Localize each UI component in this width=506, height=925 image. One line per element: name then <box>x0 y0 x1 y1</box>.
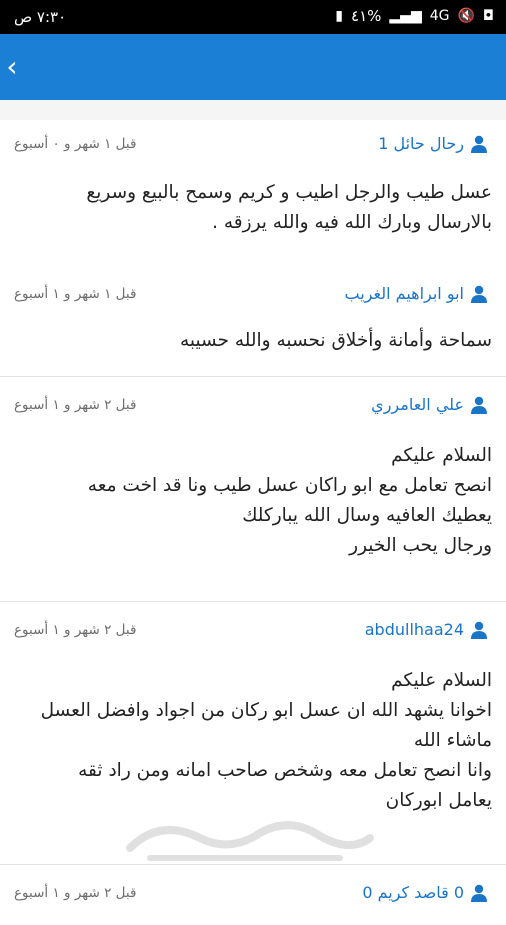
author-name: abdullhaa24 <box>364 620 464 639</box>
comment-line: وانا انصح تعامل معه وشخص صاحب امانه ومن … <box>78 760 492 781</box>
comment-body: السلام عليكم انصح تعامل مع ابو راكان عسل… <box>10 441 492 561</box>
user-icon <box>471 396 487 414</box>
comment-body: السلام عليكم اخوانا يشهد الله ان عسل ابو… <box>10 666 492 816</box>
comment-author[interactable]: علي العامرري <box>371 395 488 414</box>
comment-header: ابو ابراهيم الغريب قبل ١ شهر و ١ أسبوع <box>0 284 506 310</box>
author-name: رحال حائل 1 <box>378 134 464 153</box>
comment-time: قبل ١ شهر و ١ أسبوع <box>14 286 137 302</box>
battery-icon: ▮ <box>335 8 344 24</box>
comment-line: يعطيك العافيه وسال الله يباركلك <box>242 505 492 526</box>
comment-author[interactable]: 0 قاصد كريم 0 <box>362 883 488 902</box>
comment-item: ابو ابراهيم الغريب قبل ١ شهر و ١ أسبوع س… <box>0 266 506 377</box>
author-name: 0 قاصد كريم 0 <box>362 883 464 902</box>
comment-body: سماحة وأمانة وأخلاق نحسبه والله حسيبه <box>10 326 492 356</box>
status-bar: ▮ ٤١% ▂▄▆ 4G 🔇 ◘ ٧:٣٠ ص <box>0 0 506 34</box>
user-icon <box>471 135 487 153</box>
comment-line: اخوانا يشهد الله ان عسل ابو ركان من اجوا… <box>40 700 492 721</box>
comment-line: سماحة وأمانة وأخلاق نحسبه والله حسيبه <box>179 330 492 351</box>
comments-list: رحال حائل 1 قبل ١ شهر و ٠ أسبوع عسل طيب … <box>0 100 506 902</box>
status-icons: ▮ ٤١% ▂▄▆ 4G 🔇 ◘ <box>335 7 494 25</box>
comment-author[interactable]: رحال حائل 1 <box>378 134 488 153</box>
comment-time: قبل ٢ شهر و ١ أسبوع <box>14 885 137 901</box>
comment-body: عسل طيب والرجل اطيب و كريم وسمح بالبيع و… <box>10 178 492 238</box>
user-icon <box>471 285 487 303</box>
battery-level: ٤١% <box>351 7 382 25</box>
comment-author[interactable]: abdullhaa24 <box>365 620 488 639</box>
haraj-watermark-logo <box>126 821 374 861</box>
signal-icon: ▂▄▆ <box>389 8 422 24</box>
chevron-left-icon[interactable]: ‹ <box>0 48 24 86</box>
app-bar: ‹ <box>0 34 506 100</box>
author-name: علي العامرري <box>371 395 464 414</box>
comment-author[interactable]: ابو ابراهيم الغريب <box>345 284 488 303</box>
author-name: ابو ابراهيم الغريب <box>344 284 464 303</box>
user-icon <box>471 884 487 902</box>
notification-icon: ◘ <box>482 8 494 24</box>
mute-icon: 🔇 <box>457 8 475 24</box>
comment-line: عسل طيب والرجل اطيب و كريم وسمح بالبيع و… <box>86 182 492 203</box>
user-icon <box>471 621 487 639</box>
comment-line: ورجال يحب الخيرر <box>349 535 492 556</box>
network-type: 4G <box>429 8 450 24</box>
comment-header: علي العامرري قبل ٢ شهر و ١ أسبوع <box>0 395 506 421</box>
clock: ٧:٣٠ ص <box>14 8 67 26</box>
list-top-spacer <box>0 100 506 120</box>
comment-line: ماشاء الله <box>413 730 492 751</box>
comment-time: قبل ٢ شهر و ١ أسبوع <box>14 397 137 413</box>
comment-item: 0 قاصد كريم 0 قبل ٢ شهر و ١ أسبوع <box>0 865 506 925</box>
comment-line: انصح تعامل مع ابو راكان عسل طيب ونا قد ا… <box>87 475 492 496</box>
comment-time: قبل ٢ شهر و ١ أسبوع <box>14 622 137 638</box>
comment-item: رحال حائل 1 قبل ١ شهر و ٠ أسبوع عسل طيب … <box>0 120 506 266</box>
comment-header: abdullhaa24 قبل ٢ شهر و ١ أسبوع <box>0 620 506 646</box>
comment-item: علي العامرري قبل ٢ شهر و ١ أسبوع السلام … <box>0 377 506 602</box>
comment-header: 0 قاصد كريم 0 قبل ٢ شهر و ١ أسبوع <box>0 883 506 909</box>
comment-header: رحال حائل 1 قبل ١ شهر و ٠ أسبوع <box>0 134 506 160</box>
comment-line: السلام عليكم <box>391 445 492 466</box>
comment-time: قبل ١ شهر و ٠ أسبوع <box>14 136 137 152</box>
comment-line: بالارسال وبارك الله فيه والله يرزقه . <box>212 212 492 233</box>
comment-line: السلام عليكم <box>391 670 492 691</box>
